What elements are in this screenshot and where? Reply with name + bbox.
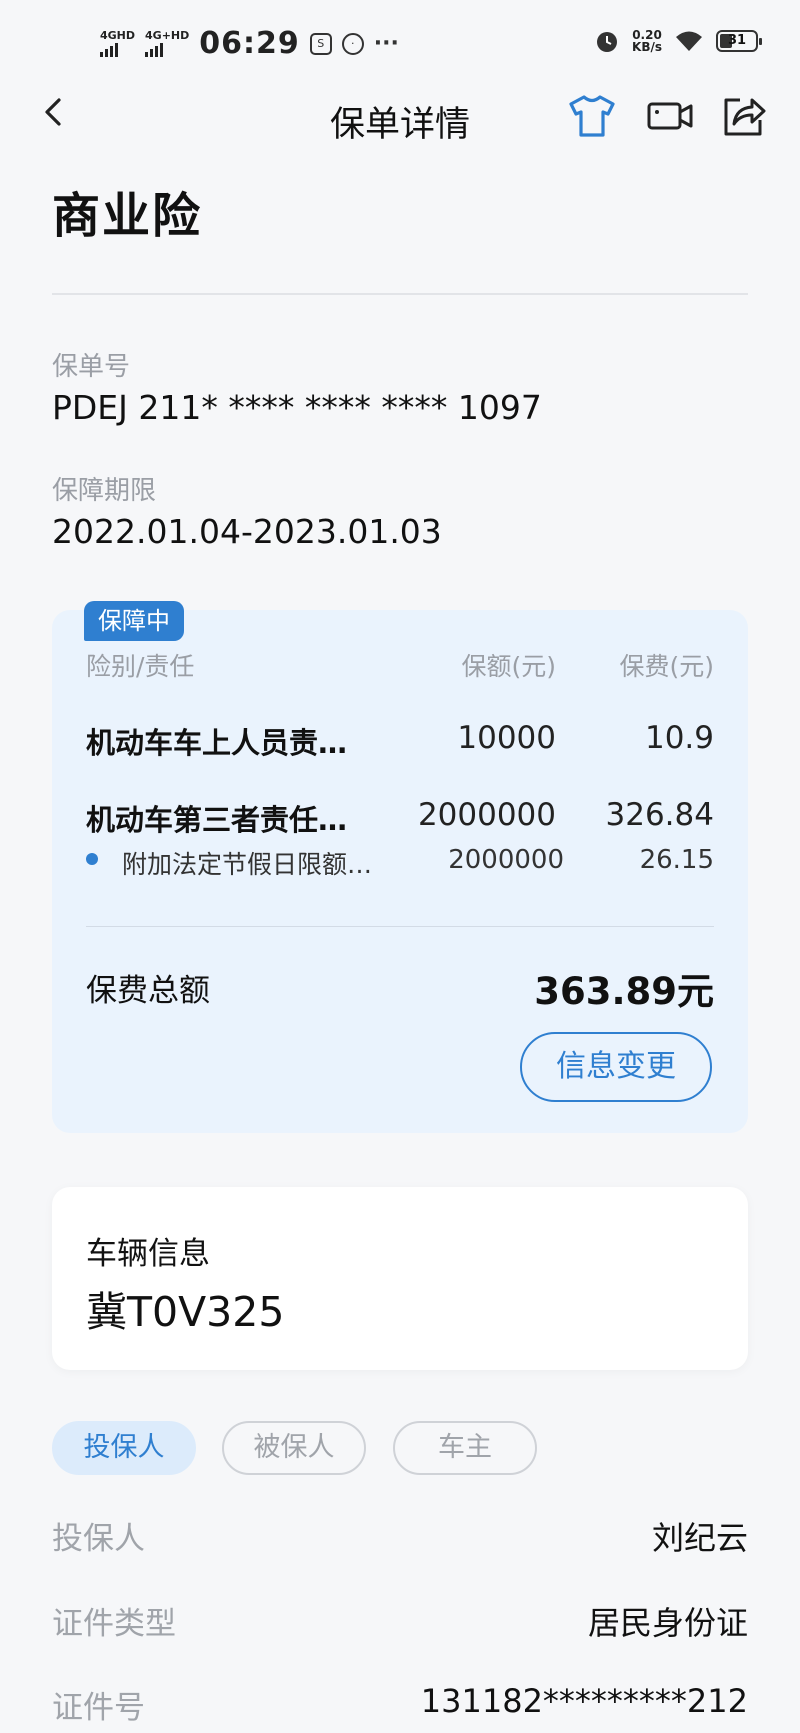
id-number-label: 证件号 xyxy=(52,1690,145,1726)
battery-icon: 31 xyxy=(716,30,762,52)
coverage-row-name: 机动车车上人员责… xyxy=(86,726,348,760)
status-time: 06:29 xyxy=(199,26,300,61)
coverage-period-value: 2022.01.04-2023.01.03 xyxy=(52,512,442,551)
tshirt-icon[interactable] xyxy=(566,90,618,142)
tab-vehicle-owner[interactable]: 车主 xyxy=(393,1421,537,1475)
status-badge: 保障中 xyxy=(84,601,184,641)
card-divider xyxy=(86,926,714,927)
chat-bubble-icon: · xyxy=(341,32,364,55)
more-notifications-icon: ··· xyxy=(373,31,399,56)
coverage-row-amount: 10000 xyxy=(457,720,556,756)
tab-insured[interactable]: 被保人 xyxy=(222,1421,366,1475)
divider xyxy=(52,293,748,295)
status-right: 0.20 KB/s 31 xyxy=(594,28,762,54)
bullet-dot-icon xyxy=(86,853,98,865)
share-icon[interactable] xyxy=(718,90,770,142)
total-premium-value: 363.89元 xyxy=(534,970,714,1013)
status-left: 4GHD 4G+HD 06:29 S · ··· xyxy=(100,26,399,61)
coverage-row-premium: 326.84 xyxy=(605,797,714,833)
coverage-subrow-name: 附加法定节假日限额… xyxy=(122,850,373,879)
holder-name-label: 投保人 xyxy=(52,1521,145,1557)
signal-2-icon: 4G+HD xyxy=(145,30,189,57)
column-header-name: 险别/责任 xyxy=(86,652,195,681)
holder-name-value: 刘纪云 xyxy=(651,1519,748,1557)
id-type-value: 居民身份证 xyxy=(587,1604,748,1642)
notification-app-icon: S xyxy=(309,32,332,55)
coverage-subrow-amount: 2000000 xyxy=(448,845,564,875)
alarm-icon xyxy=(597,32,618,52)
video-camera-icon[interactable] xyxy=(644,90,696,142)
tab-policyholder[interactable]: 投保人 xyxy=(52,1421,196,1475)
column-header-amount: 保额(元) xyxy=(461,652,556,681)
coverage-subrow-premium: 26.15 xyxy=(639,845,714,875)
id-type-label: 证件类型 xyxy=(52,1606,176,1642)
wifi-icon xyxy=(676,31,702,51)
coverage-row-premium: 10.9 xyxy=(644,720,714,756)
vehicle-plate: 冀T0V325 xyxy=(86,1288,285,1336)
vehicle-info-label: 车辆信息 xyxy=(86,1236,210,1272)
coverage-row-amount: 2000000 xyxy=(417,797,556,833)
network-speed: 0.20 KB/s xyxy=(632,28,662,54)
insurance-type-title: 商业险 xyxy=(52,188,203,244)
signal-1-icon: 4GHD xyxy=(100,30,135,57)
coverage-period-label: 保障期限 xyxy=(52,476,157,506)
status-bar: 4GHD 4G+HD 06:29 S · ··· 0.20 KB/s 31 xyxy=(0,0,800,90)
column-header-premium: 保费(元) xyxy=(619,652,714,681)
coverage-row-name: 机动车第三者责任… xyxy=(86,803,348,837)
total-premium-label: 保费总额 xyxy=(86,973,210,1009)
policy-number-value: PDEJ 211* **** **** **** 1097 xyxy=(52,388,542,427)
info-change-button[interactable]: 信息变更 xyxy=(520,1032,712,1102)
policy-number-label: 保单号 xyxy=(52,352,131,382)
id-number-value: 131182*********212 xyxy=(420,1682,748,1720)
